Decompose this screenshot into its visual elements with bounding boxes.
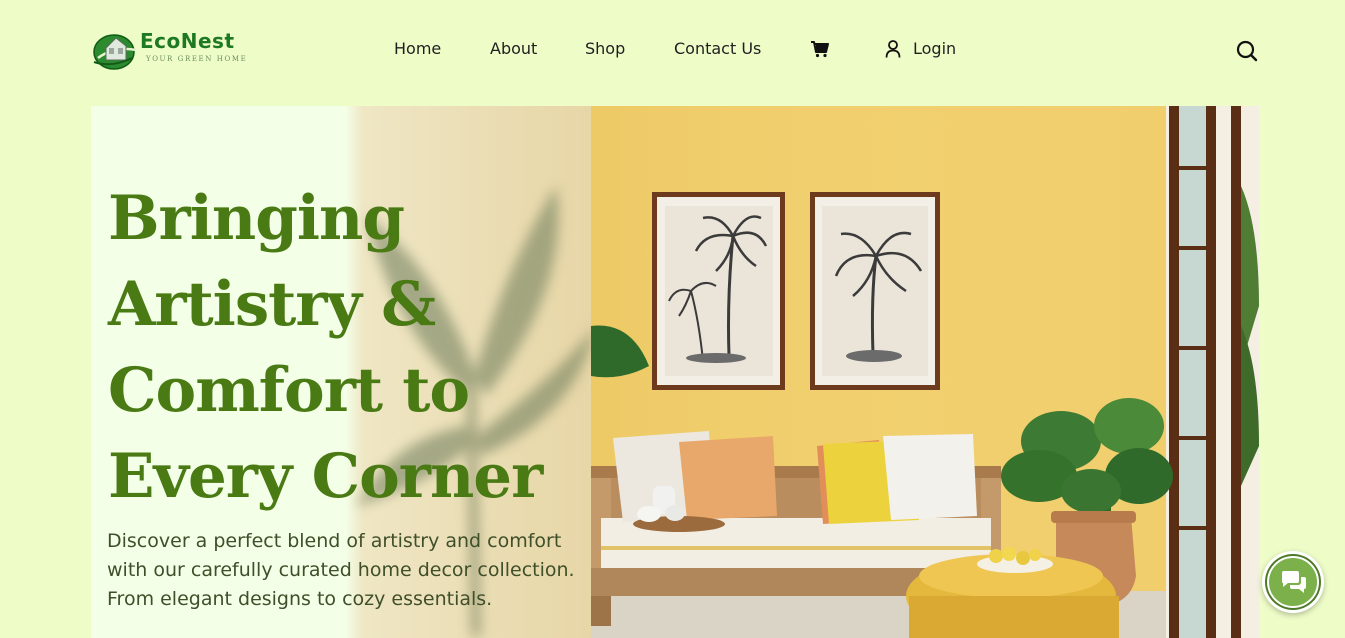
site-header: EcoNest YOUR GREEN HOME Home About Shop … xyxy=(0,0,1345,100)
chat-button-inner xyxy=(1267,556,1319,608)
living-room-hero-image xyxy=(591,106,1259,638)
chat-bubbles-icon xyxy=(1282,571,1306,593)
hero-title-line: Artistry & xyxy=(108,269,436,340)
hero-section: Bringing Artistry & Comfort to Every Cor… xyxy=(91,106,1259,638)
search-icon[interactable] xyxy=(1236,40,1258,62)
nav-contact-us[interactable]: Contact Us xyxy=(674,39,761,58)
nav-shop[interactable]: Shop xyxy=(585,39,625,58)
hero-title-line: Comfort to xyxy=(108,355,470,426)
hero-title-line: Bringing xyxy=(108,183,405,254)
brand-name: EcoNest xyxy=(140,29,235,53)
cart-icon[interactable] xyxy=(810,40,830,58)
hero-title: Bringing Artistry & Comfort to Every Cor… xyxy=(108,176,578,520)
house-globe-logo-icon xyxy=(93,34,137,70)
nav-login[interactable]: Login xyxy=(913,39,956,58)
brand-logo[interactable]: EcoNest YOUR GREEN HOME xyxy=(92,28,262,74)
hero-text-panel: Bringing Artistry & Comfort to Every Cor… xyxy=(91,106,591,638)
nav-about[interactable]: About xyxy=(490,39,537,58)
chat-button[interactable] xyxy=(1262,551,1324,613)
hero-title-line: Every Corner xyxy=(108,441,543,512)
user-icon[interactable] xyxy=(885,40,901,58)
nav-home[interactable]: Home xyxy=(394,39,441,58)
brand-tagline: YOUR GREEN HOME xyxy=(146,55,248,63)
hero-description: Discover a perfect blend of artistry and… xyxy=(107,530,575,610)
